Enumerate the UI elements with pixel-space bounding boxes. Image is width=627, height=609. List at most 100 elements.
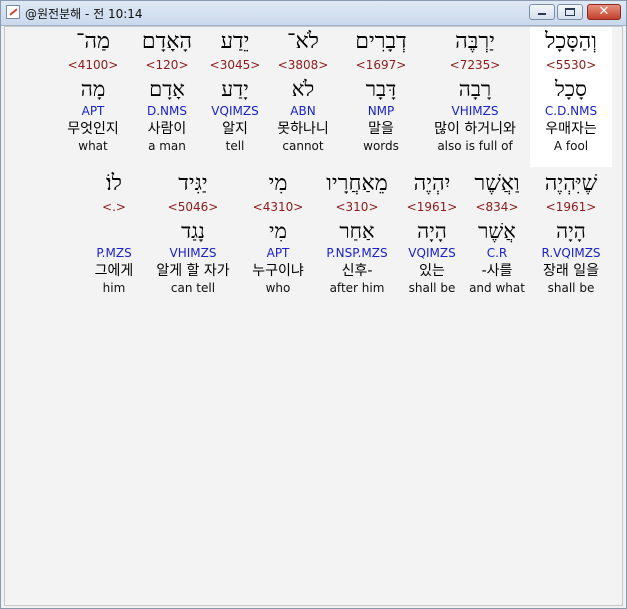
korean-gloss: 많이 하거니와 [434,121,516,137]
hebrew-lemma: לֹא [291,77,315,101]
word-cell[interactable]: דְבָרִים <1697> דָּבָר NMP 말을 words [343,27,419,167]
english-gloss: also is full of [437,139,513,153]
strong-number: <310> [335,200,379,214]
hebrew-word: מֵאַחֲרָיו [326,171,388,196]
word-cell[interactable]: מִי <4310> מִי APT 누구이냐 who [245,169,311,309]
strong-number: <4310> [252,200,304,214]
app-icon[interactable] [6,5,20,19]
english-gloss: a man [148,139,186,153]
morphology-code: VQIMZS [211,104,259,118]
morphology-code: VHIMZS [169,246,217,260]
korean-gloss: 장래 일을 [543,263,599,279]
korean-gloss: -사를 [481,263,513,279]
morphology-code: ABN [290,104,316,118]
hebrew-lemma: אַחַר [339,219,375,243]
morphology-code: NMP [367,104,395,118]
strong-number: <5530> [545,58,597,72]
hebrew-word: יַגִּיד [178,171,208,196]
hebrew-lemma: מִי [269,219,287,243]
english-gloss: what [78,139,108,153]
english-gloss: words [363,139,399,153]
strong-number: <7235> [449,58,501,72]
close-button[interactable]: ✕ [587,4,621,20]
hebrew-word: לֹא־ [287,29,319,54]
word-cell[interactable]: יַרְבֶּה <7235> רָבָה VHIMZS 많이 하거니와 als… [425,27,525,167]
hebrew-word: יַרְבֶּה [455,29,495,54]
hebrew-lemma [85,215,143,245]
korean-gloss: 그에게 [94,263,134,279]
strong-number: <1961> [406,200,458,214]
korean-gloss: 말을 [368,121,394,137]
hebrew-word: וְהַסָּכָל [545,29,597,54]
korean-gloss: 무엇인지 [67,121,119,137]
english-gloss: shall be [547,281,595,295]
morphology-code: APT [81,104,105,118]
hebrew-lemma: מָה [80,77,106,101]
morphology-code: P.MZS [96,246,132,260]
korean-gloss: 못하나니 [277,121,329,137]
hebrew-lemma: אֲשֶׁר [478,219,516,243]
hebrew-word: שֶׁיִּהְיֶה [544,171,598,196]
morphology-code: VHIMZS [451,104,499,118]
word-cell[interactable]: יַגִּיד <5046> נָגַד VHIMZS 알게 할 자가 can … [145,169,241,309]
strong-number: <834> [475,200,519,214]
morphology-code: C.R [486,246,508,260]
morphology-code: P.NSP.MZS [326,246,388,260]
word-cell[interactable]: הָאָדָם <120> אָדָם D.NMS 사람이 a man [133,27,201,167]
hebrew-word: יִהְיֶה [413,171,451,196]
hebrew-word: וַאֲשֶׁר [474,171,520,196]
maximize-button[interactable] [557,4,583,20]
english-gloss: and what [469,281,525,295]
hebrew-lemma: הָיָה [417,219,447,243]
english-gloss: him [102,281,126,295]
korean-gloss: 알지 [222,121,248,137]
minimize-button[interactable] [529,4,555,20]
morphology-code: APT [266,246,290,260]
hebrew-word: יֵדַע [220,29,250,54]
minimize-icon [538,13,546,15]
korean-gloss: 알게 할 자가 [156,263,230,279]
interlinear-panel[interactable]: וְהַסָּכָל <5530> סָכָל C.D.NMS 우매자는 A f… [4,26,623,606]
morphology-code: C.D.NMS [544,104,598,118]
hebrew-lemma: יָדַע [221,77,249,101]
english-gloss: cannot [282,139,324,153]
strong-number: <1697> [355,58,407,72]
strong-number: <3808> [277,58,329,72]
korean-gloss: 있는 [419,263,445,279]
word-cell[interactable]: יִהְיֶה <1961> הָיָה VQIMZS 있는 shall be [401,169,463,309]
strong-number: <3045> [209,58,261,72]
word-cell[interactable]: מֵאַחֲרָיו <310> אַחַר P.NSP.MZS 신후- aft… [315,169,399,309]
strong-number: <120> [145,58,189,72]
word-cell[interactable]: שֶׁיִּהְיֶה <1961> הָיָה R.VQIMZS 장래 일을 … [531,169,611,309]
strong-number: <5046> [167,200,219,214]
hebrew-lemma: הָיָה [556,219,586,243]
english-gloss: who [265,281,291,295]
english-gloss: can tell [170,281,216,295]
word-cell[interactable]: לוֹ׃ <.> P.MZS 그에게 him [85,169,143,309]
word-cell[interactable]: מַה־ <4100> מָה APT 무엇인지 what [59,27,127,167]
strong-number: <.> [102,200,126,214]
word-cell[interactable]: וְהַסָּכָל <5530> סָכָל C.D.NMS 우매자는 A f… [530,27,612,167]
hebrew-word: מִי [268,171,288,196]
title-bar[interactable]: @원전분해 - 전 10:14 ✕ [1,1,626,26]
english-gloss: tell [225,139,245,153]
close-icon: ✕ [598,4,610,19]
window-title: @원전분해 - 전 10:14 [25,7,143,21]
word-cell[interactable]: וַאֲשֶׁר <834> אֲשֶׁר C.R -사를 and what [465,169,529,309]
hebrew-lemma: אָדָם [149,77,185,101]
maximize-icon [565,8,575,16]
korean-gloss: 누구이냐 [252,263,304,279]
hebrew-lemma: נָגַד [181,219,205,243]
morphology-code: D.NMS [146,104,187,118]
word-cell[interactable]: יֵדַע <3045> יָדַע VQIMZS 알지 tell [205,27,265,167]
morphology-code: R.VQIMZS [541,246,601,260]
hebrew-lemma: רָבָה [458,77,492,101]
strong-number: <4100> [67,58,119,72]
korean-gloss: 우매자는 [545,121,597,137]
english-gloss: A fool [553,139,589,153]
word-cell[interactable]: לֹא־ <3808> לֹא ABN 못하나니 cannot [267,27,339,167]
hebrew-lemma: סָכָל [554,77,588,101]
korean-gloss: 사람이 [147,121,187,137]
hebrew-word: הָאָדָם [141,29,193,54]
english-gloss: after him [329,281,385,295]
